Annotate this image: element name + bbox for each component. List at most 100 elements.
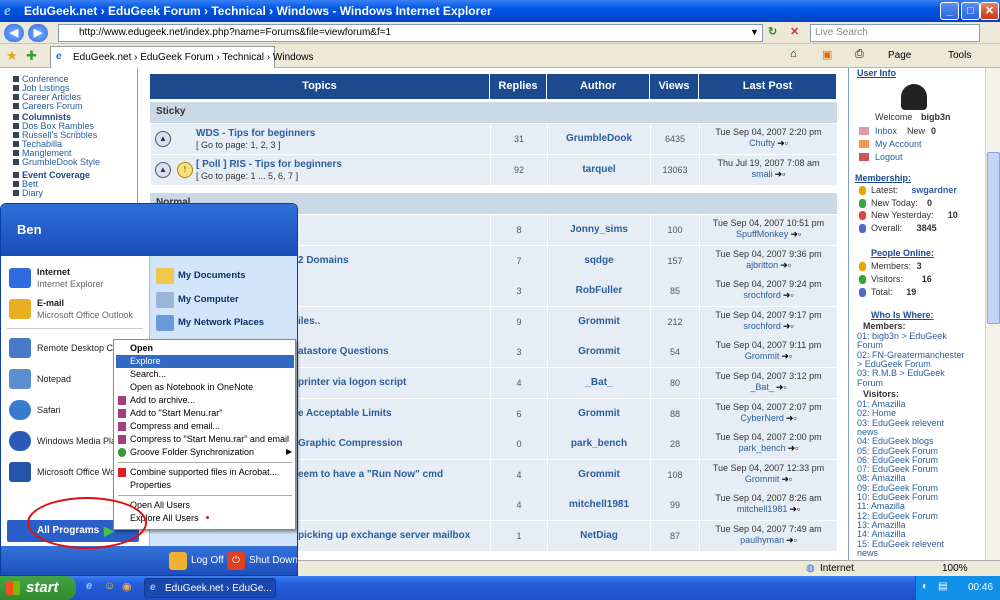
last-post-user-link[interactable]: paulhyman	[740, 535, 784, 545]
context-menu-item[interactable]: Open as Notebook in OneNote	[116, 381, 294, 394]
last-post-user-link[interactable]: srochford	[743, 290, 781, 300]
page-links[interactable]: [ Go to page: 1 ... 5, 6, 7 ]	[196, 171, 298, 181]
author-link[interactable]: NetDiag	[547, 521, 650, 551]
recent-safari[interactable]: Safari	[7, 398, 61, 422]
goto-post-icon[interactable]: ➜▫	[789, 504, 800, 514]
quicklaunch-firefox-icon[interactable]: ◉	[122, 580, 132, 593]
visitor-location-line[interactable]: news	[857, 548, 878, 558]
goto-post-icon[interactable]: ➜▫	[781, 351, 792, 361]
logout-link[interactable]: Logout	[875, 152, 903, 162]
topic-title-link[interactable]: e Acceptable Limits	[298, 408, 392, 419]
last-post-user-link[interactable]: park_bench	[739, 443, 786, 453]
last-post-user-link[interactable]: SpuffMonkey	[736, 229, 788, 239]
feeds-icon[interactable]: ▣	[822, 48, 832, 61]
url-field[interactable]: http://www.edugeek.net/index.php?name=Fo…	[58, 24, 763, 42]
topic-title-link[interactable]: printer via logon script	[298, 377, 406, 388]
author-link[interactable]: RobFuller	[547, 276, 650, 307]
context-menu-item[interactable]: Combine supported files in Acrobat...	[116, 466, 294, 479]
topic-title-link[interactable]: [ Poll ] RIS - Tips for beginners	[196, 159, 342, 170]
author-link[interactable]: Grommit	[547, 337, 650, 368]
last-post-user-link[interactable]: srochford	[743, 321, 781, 331]
shut-down-button[interactable]: ⏻ Shut Down	[227, 551, 297, 571]
back-button[interactable]: ◀	[4, 24, 24, 42]
search-input[interactable]: Live Search	[810, 24, 980, 42]
network-tray-icon[interactable]: ▤	[938, 581, 947, 592]
author-link[interactable]: mitchell1981	[547, 490, 650, 521]
zoom-level[interactable]: 100%	[942, 563, 968, 574]
goto-post-icon[interactable]: ➜▫	[783, 290, 794, 300]
maximize-button[interactable]: □	[961, 2, 980, 20]
last-post-user-link[interactable]: Grommit	[745, 351, 780, 361]
context-menu-item[interactable]: Properties	[116, 479, 294, 492]
recent-media-player[interactable]: Windows Media Playe	[7, 429, 126, 453]
author-link[interactable]: tarquel	[547, 155, 650, 185]
tools-menu[interactable]: Tools	[948, 50, 971, 61]
refresh-icon[interactable]: ↻	[768, 25, 777, 38]
leftnav-item[interactable]: GrumbleDook Style	[22, 157, 100, 167]
quicklaunch-messenger-icon[interactable]: ☺	[104, 580, 115, 592]
author-link[interactable]: Grommit	[547, 306, 650, 337]
recent-remote-desktop[interactable]: Remote Desktop Conn	[7, 336, 128, 360]
goto-post-icon[interactable]: ➜▫	[788, 443, 799, 453]
leftnav-item[interactable]: Diary	[22, 188, 43, 198]
my-account-link[interactable]: My Account	[875, 139, 922, 149]
log-off-button[interactable]: Log Off	[169, 551, 224, 571]
author-link[interactable]: _Bat_	[547, 368, 650, 398]
context-menu-item[interactable]: Groove Folder Synchronization	[116, 446, 294, 459]
goto-post-icon[interactable]: ➜▫	[786, 535, 797, 545]
clock[interactable]: 00:46	[968, 582, 993, 593]
author-link[interactable]: Grommit	[547, 398, 650, 429]
header-replies[interactable]: Replies	[490, 74, 547, 99]
context-menu-item[interactable]: Compress and email...	[116, 420, 294, 433]
topic-title-link[interactable]: WDS - Tips for beginners	[196, 128, 315, 139]
author-link[interactable]: Jonny_sims	[547, 215, 650, 245]
author-link[interactable]: Grommit	[547, 459, 650, 490]
recent-word[interactable]: Microsoft Office Wor	[7, 460, 118, 484]
context-menu-item[interactable]: Compress to "Start Menu.rar" and email	[116, 433, 294, 446]
header-views[interactable]: Views	[650, 74, 699, 99]
topic-title-link[interactable]: 2 Domains	[298, 255, 349, 266]
forward-button[interactable]: ▶	[28, 24, 48, 42]
close-button[interactable]: ✕	[980, 2, 999, 20]
goto-post-icon[interactable]: ➜▫	[776, 382, 787, 392]
pinned-email[interactable]: E-mail Microsoft Office Outlook	[7, 297, 133, 321]
goto-post-icon[interactable]: ➜▫	[780, 260, 791, 270]
last-post-user-link[interactable]: ajbritton	[746, 260, 778, 270]
page-links[interactable]: [ Go to page: 1, 2, 3 ]	[196, 140, 281, 150]
quicklaunch-ie-icon[interactable]: e	[86, 580, 92, 592]
member-location-line[interactable]: Forum	[857, 378, 883, 388]
taskbar-task-ie[interactable]: e EduGeek.net › EduGe...	[144, 578, 276, 598]
topic-title-link[interactable]: eem to have a "Run Now" cmd	[298, 469, 443, 480]
recent-notepad[interactable]: Notepad	[7, 367, 71, 391]
topic-title-link[interactable]: Graphic Compression	[298, 438, 402, 449]
author-link[interactable]: GrumbleDook	[547, 124, 650, 154]
stop-icon[interactable]: ✕	[790, 25, 799, 38]
goto-post-icon[interactable]: ➜▫	[781, 474, 792, 484]
goto-post-icon[interactable]: ➜▫	[777, 138, 788, 148]
header-author[interactable]: Author	[547, 74, 650, 99]
last-post-user-link[interactable]: Chufty	[749, 138, 775, 148]
inbox-link[interactable]: Inbox	[875, 126, 897, 136]
context-menu-item[interactable]: Search...	[116, 368, 294, 381]
home-icon[interactable]: ⌂	[790, 48, 797, 60]
goto-post-icon[interactable]: ➜▫	[790, 229, 801, 239]
last-post-user-link[interactable]: mitchell1981	[737, 504, 788, 514]
last-post-user-link[interactable]: Grommit	[745, 474, 780, 484]
topic-title-link[interactable]: picking up exchange server mailbox	[298, 530, 470, 541]
print-icon[interactable]: ⎙	[855, 48, 864, 61]
scrollbar-thumb[interactable]	[987, 152, 1000, 324]
vertical-scrollbar[interactable]	[985, 68, 1000, 576]
goto-post-icon[interactable]: ➜▫	[786, 413, 797, 423]
tab-edugeek[interactable]: e EduGeek.net › EduGeek Forum › Technica…	[50, 46, 313, 68]
goto-post-icon[interactable]: ➜▫	[775, 169, 786, 179]
header-last-post[interactable]: Last Post	[699, 74, 837, 99]
author-link[interactable]: park_bench	[547, 429, 650, 460]
page-menu[interactable]: Page	[888, 50, 911, 61]
context-menu-item[interactable]: Add to archive...	[116, 394, 294, 407]
place-my-computer[interactable]: My Computer	[156, 292, 239, 308]
context-menu-item[interactable]: Add to "Start Menu.rar"	[116, 407, 294, 420]
author-link[interactable]: sqdge	[547, 245, 650, 276]
last-post-user-link[interactable]: _Bat_	[750, 382, 774, 392]
context-menu-item[interactable]: Open	[116, 342, 294, 355]
favorites-star-icon[interactable]: ★	[6, 48, 18, 64]
